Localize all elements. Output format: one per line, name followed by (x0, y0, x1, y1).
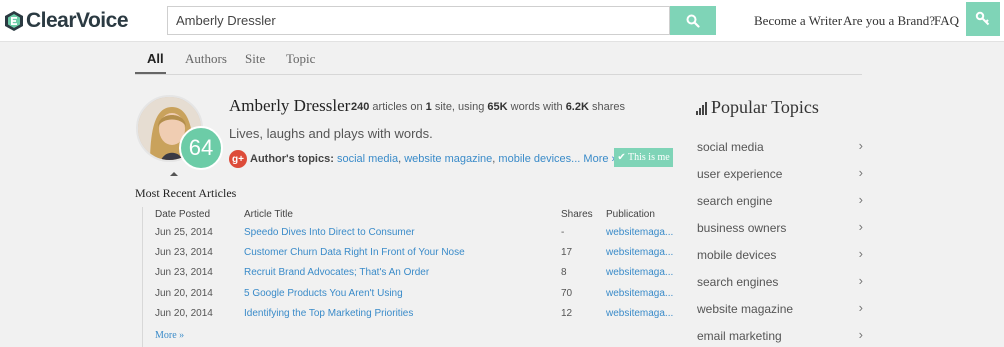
article-publication-link[interactable]: websitemaga... (606, 227, 673, 238)
article-date: Jun 20, 2014 (155, 308, 213, 319)
popular-topic-label: email marketing (697, 329, 782, 343)
articles-count: 240 (351, 101, 370, 113)
article-title-link[interactable]: Identifying the Top Marketing Priorities (244, 308, 413, 319)
popular-topics-heading: Popular Topics (696, 97, 819, 118)
popular-topic-label: website magazine (697, 302, 794, 316)
most-recent-articles-title: Most Recent Articles (135, 186, 237, 200)
caret-up-icon (170, 172, 178, 176)
top-header: ClearVoice Become a Writer Are you a Bra… (0, 0, 1004, 42)
articles-divider (142, 207, 143, 347)
author-topic-link[interactable]: website magazine (404, 153, 492, 165)
article-publication-link[interactable]: websitemaga... (606, 267, 673, 278)
author-topics-more-link[interactable]: More » (583, 153, 617, 165)
popular-topic-item[interactable]: social media › (697, 136, 863, 158)
article-date: Jun 20, 2014 (155, 288, 213, 299)
logo-mark-icon (4, 10, 24, 32)
words-count: 65K (487, 101, 508, 113)
stats-text-4: shares (592, 101, 626, 113)
article-title-link[interactable]: 5 Google Products You Aren't Using (244, 288, 403, 299)
article-date: Jun 25, 2014 (155, 227, 213, 238)
shares-count: 6.2K (565, 101, 589, 113)
popular-topic-label: business owners (697, 221, 787, 235)
author-topics: Author's topics: social media, website m… (250, 153, 618, 165)
chevron-right-icon: › (858, 300, 863, 315)
articles-more-link[interactable]: More » (155, 330, 184, 341)
article-publication-link[interactable]: websitemaga... (606, 308, 673, 319)
article-date: Jun 23, 2014 (155, 267, 213, 278)
popular-topic-label: social media (697, 140, 764, 154)
search-button[interactable] (670, 6, 716, 35)
google-plus-icon[interactable]: g+ (229, 150, 247, 168)
article-shares: 17 (561, 247, 573, 258)
table-row: Jun 23, 2014 Recruit Brand Advocates; Th… (155, 267, 675, 287)
author-topic-link[interactable]: social media (337, 153, 398, 165)
nav-become-writer[interactable]: Become a Writer (754, 13, 842, 29)
author-name[interactable]: Amberly Dressler (229, 96, 350, 116)
result-tabs: All Authors Site Topic (135, 46, 862, 75)
table-row: Jun 25, 2014 Speedo Dives Into Direct to… (155, 227, 675, 247)
chevron-right-icon: › (858, 192, 863, 207)
chevron-right-icon: › (858, 273, 863, 288)
sites-count: 1 (425, 101, 432, 113)
this-is-me-button[interactable]: ✔ This is me (614, 148, 673, 167)
tab-authors[interactable]: Authors (185, 51, 227, 67)
popular-topic-label: search engine (697, 194, 773, 208)
brand-name: ClearVoice (26, 9, 129, 32)
chevron-right-icon: › (858, 246, 863, 261)
article-title-link[interactable]: Recruit Brand Advocates; That's An Order (244, 267, 429, 278)
nav-are-you-brand[interactable]: Are you a Brand? (843, 13, 935, 29)
popular-topic-item[interactable]: email marketing › (697, 325, 863, 347)
bar-chart-icon (696, 102, 707, 115)
article-shares: - (561, 227, 565, 238)
brand-logo[interactable]: ClearVoice (4, 8, 129, 34)
popular-topic-item[interactable]: search engines › (697, 271, 863, 293)
popular-topic-item[interactable]: user experience › (697, 163, 863, 185)
article-date: Jun 23, 2014 (155, 247, 213, 258)
article-publication-link[interactable]: websitemaga... (606, 247, 673, 258)
stats-text-3: words with (510, 101, 563, 113)
article-publication-link[interactable]: websitemaga... (606, 288, 673, 299)
popular-topic-item[interactable]: mobile devices › (697, 244, 863, 266)
article-shares: 8 (561, 267, 567, 278)
stats-text-2: site, using (434, 101, 485, 113)
column-header-shares: Shares (561, 209, 593, 220)
article-title-link[interactable]: Speedo Dives Into Direct to Consumer (244, 227, 415, 238)
popular-topic-label: mobile devices (697, 248, 777, 262)
active-tab-indicator (135, 72, 166, 74)
table-row: Jun 20, 2014 Identifying the Top Marketi… (155, 308, 675, 328)
chevron-right-icon: › (858, 327, 863, 342)
popular-topic-label: user experience (697, 167, 783, 181)
nav-faq[interactable]: FAQ (934, 13, 959, 29)
author-tagline: Lives, laughs and plays with words. (229, 126, 433, 141)
popular-topic-item[interactable]: website magazine › (697, 298, 863, 320)
chevron-right-icon: › (858, 165, 863, 180)
column-header-title: Article Title (244, 209, 293, 220)
column-header-date: Date Posted (155, 209, 211, 220)
tab-all[interactable]: All (147, 51, 164, 66)
author-score-badge: 64 (179, 126, 223, 170)
popular-topic-item[interactable]: search engine › (697, 190, 863, 212)
key-icon (975, 11, 990, 26)
author-topic-link[interactable]: mobile devices... (498, 153, 580, 165)
popular-topic-item[interactable]: business owners › (697, 217, 863, 239)
column-header-publication: Publication (606, 209, 655, 220)
search-input[interactable] (167, 6, 670, 35)
tab-topic[interactable]: Topic (286, 51, 315, 67)
author-stats: 240 articles on 1 site, using 65K words … (351, 101, 625, 113)
chevron-right-icon: › (858, 219, 863, 234)
chevron-right-icon: › (858, 138, 863, 153)
popular-topic-label: search engines (697, 275, 779, 289)
article-shares: 70 (561, 288, 573, 299)
author-topics-label: Author's topics: (250, 153, 334, 165)
table-row: Jun 23, 2014 Customer Churn Data Right I… (155, 247, 675, 267)
tab-site[interactable]: Site (245, 51, 265, 67)
article-title-link[interactable]: Customer Churn Data Right In Front of Yo… (244, 247, 465, 258)
article-shares: 12 (561, 308, 573, 319)
stats-text-1: articles on (372, 101, 423, 113)
table-row: Jun 20, 2014 5 Google Products You Aren'… (155, 288, 675, 308)
login-button[interactable] (966, 2, 1000, 36)
search-icon (686, 14, 700, 28)
popular-topics-title: Popular Topics (711, 97, 819, 117)
